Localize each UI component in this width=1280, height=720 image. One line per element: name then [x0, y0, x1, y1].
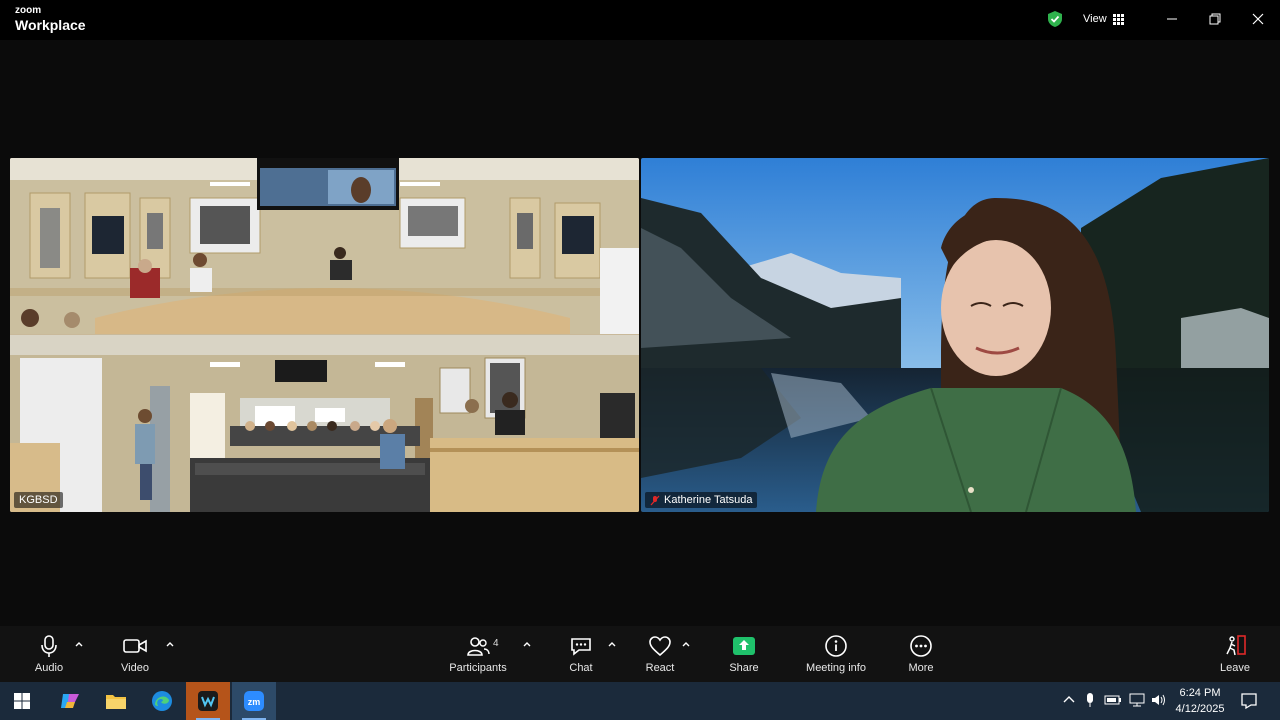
taskbar-clock[interactable]: 6:24 PM 4/12/2025 [1170, 685, 1230, 717]
windows-taskbar: zm 6:24 PM 4/12/2025 [0, 682, 1280, 720]
react-options-chevron-up-icon[interactable] [680, 638, 692, 650]
tray-network-icon[interactable] [1128, 692, 1146, 708]
participants-icon [467, 637, 490, 656]
participants-options-chevron-up-icon[interactable] [521, 638, 533, 650]
tray-volume-icon[interactable] [1150, 692, 1168, 708]
clock-date: 4/12/2025 [1175, 703, 1225, 715]
heart-icon [649, 636, 671, 657]
start-button[interactable] [0, 682, 44, 720]
chat-options-chevron-up-icon[interactable] [606, 638, 618, 650]
close-window-button[interactable] [1246, 8, 1270, 30]
chat-label: Chat [569, 662, 593, 674]
taskbar-copilot[interactable] [48, 682, 92, 720]
share-screen-button[interactable]: Share [704, 634, 784, 674]
brand-zoom: zoom [15, 5, 42, 16]
taskbar-edge[interactable] [140, 682, 184, 720]
tray-microphone-icon[interactable] [1084, 692, 1096, 708]
audio-options-chevron-up-icon[interactable] [73, 638, 85, 650]
participants-button[interactable]: Participants [438, 634, 518, 674]
copilot-icon [61, 694, 79, 708]
meeting-toolbar: Audio Video Participants 4 Chat React Sh… [0, 626, 1280, 682]
video-tile-katherine-tatsuda[interactable]: Katherine Tatsuda [641, 158, 1269, 512]
video-camera-icon [123, 639, 147, 653]
edge-browser-icon [152, 691, 172, 711]
svg-text:zm: zm [248, 697, 261, 707]
muted-mic-icon [650, 495, 660, 505]
restore-button[interactable] [1203, 8, 1227, 30]
more-button[interactable]: More [881, 634, 961, 674]
leave-meeting-button[interactable]: Leave [1195, 634, 1275, 674]
minimize-icon [1167, 18, 1177, 20]
leave-label: Leave [1220, 662, 1250, 674]
close-icon [1252, 13, 1264, 25]
participants-count-badge: 4 [493, 638, 499, 649]
chat-bubble-icon [571, 638, 591, 656]
participants-label: Participants [449, 662, 507, 674]
video-options-chevron-up-icon[interactable] [164, 638, 176, 650]
encryption-shield-icon[interactable] [1046, 10, 1064, 28]
windows-logo-icon [14, 693, 30, 709]
zoom-app-icon: zm [244, 691, 264, 711]
minimize-button[interactable] [1160, 8, 1184, 30]
brand-workplace: Workplace [15, 17, 86, 33]
participant-name: Katherine Tatsuda [664, 494, 753, 506]
show-hidden-icons-chevron-icon[interactable] [1062, 692, 1076, 708]
more-label: More [908, 662, 934, 674]
clock-time: 6:24 PM [1179, 687, 1221, 699]
video-button[interactable]: Video [95, 634, 175, 674]
react-label: React [645, 662, 675, 674]
title-bar: zoom Workplace View [0, 0, 1280, 40]
notification-center-icon[interactable] [1240, 692, 1258, 710]
share-label: Share [729, 662, 759, 674]
boardroom-video-feed [10, 158, 639, 512]
participant-video-feed [641, 158, 1269, 512]
app-icon [198, 691, 218, 711]
taskbar-app-webex[interactable] [186, 682, 230, 720]
taskbar-zoom[interactable]: zm [232, 682, 276, 720]
participant-name-tag-katherine: Katherine Tatsuda [645, 492, 758, 508]
folder-icon [106, 695, 126, 709]
meeting-info-label: Meeting info [806, 662, 866, 674]
leave-door-icon [1226, 635, 1246, 656]
audio-label: Audio [34, 662, 64, 674]
participant-name-tag-kgbsd: KGBSD [14, 492, 63, 508]
video-label: Video [121, 662, 149, 674]
tray-battery-icon[interactable] [1104, 692, 1122, 708]
taskbar-file-explorer[interactable] [94, 682, 138, 720]
participant-name: KGBSD [19, 494, 58, 506]
view-button[interactable]: View [1083, 10, 1124, 28]
restore-icon [1209, 13, 1221, 25]
more-ellipsis-icon [910, 635, 932, 657]
video-tile-kgbsd[interactable]: KGBSD [10, 158, 639, 512]
microphone-icon [41, 635, 57, 657]
share-screen-icon [733, 637, 755, 655]
zoom-meeting-window: zoom Workplace View KGBSD Katherine Tats… [0, 0, 1280, 682]
info-icon [825, 635, 847, 657]
meeting-info-button[interactable]: Meeting info [796, 634, 876, 674]
view-label: View [1083, 13, 1107, 25]
zoom-logo: zoom Workplace [15, 5, 86, 33]
grid-view-icon [1112, 13, 1124, 25]
